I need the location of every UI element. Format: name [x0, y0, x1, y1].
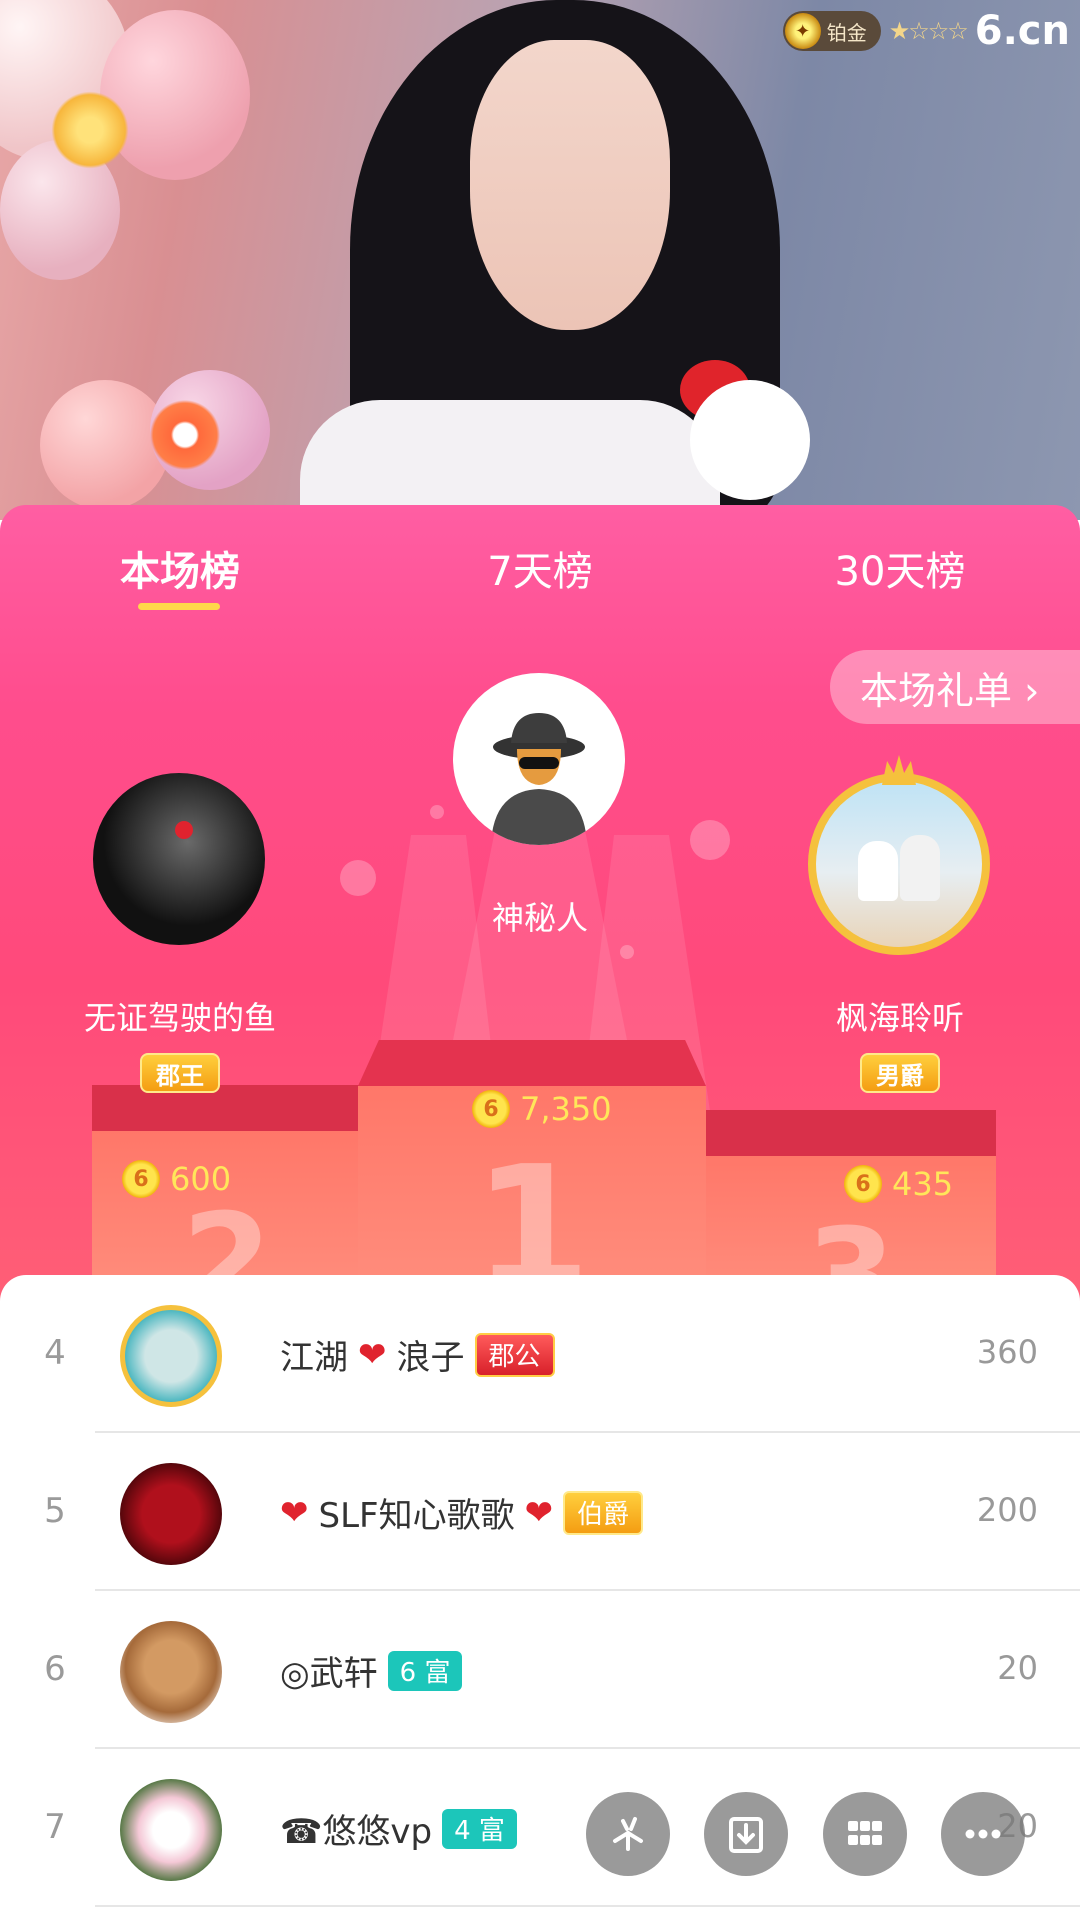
mystery-person-icon: [491, 713, 587, 845]
user-name-text: ☎悠悠vp: [280, 1812, 433, 1852]
live-video[interactable]: ✦ 铂金 ★☆☆☆ 6.cn: [0, 0, 1080, 520]
wealth-badge: 4 富: [442, 1808, 517, 1849]
sparkle-dot: [620, 945, 634, 959]
score: 200: [976, 1491, 1038, 1529]
star-rating: ★☆☆☆: [888, 17, 969, 45]
plush-toy: [690, 380, 810, 500]
save-button[interactable]: [704, 1792, 788, 1876]
sparkle-dot: [430, 805, 444, 819]
tab-30-days[interactable]: 30天榜: [835, 539, 966, 597]
user-name: ◎武轩 6 富: [280, 1646, 463, 1695]
avatar-second[interactable]: [93, 773, 265, 945]
decor-flower: [140, 390, 230, 480]
avatar[interactable]: [120, 1305, 222, 1407]
coin-icon: 6: [122, 1160, 160, 1198]
second-coins-value: 600: [170, 1160, 232, 1198]
user-name: ☎悠悠vp 4 富: [280, 1804, 517, 1853]
apps-button[interactable]: [823, 1792, 907, 1876]
rank-number: 7: [44, 1807, 66, 1847]
couple-figure: [900, 835, 940, 901]
list-item[interactable]: 4 江湖 ❤ 浪子 郡公 360: [0, 1275, 1080, 1433]
second-name: 无证驾驶的鱼: [83, 999, 277, 1037]
more-button[interactable]: [941, 1792, 1025, 1876]
level-badge: 伯爵: [563, 1490, 644, 1535]
sparkle-dot: [690, 820, 730, 860]
platform-watermark: ✦ 铂金 ★☆☆☆ 6.cn: [782, 8, 1070, 54]
share-icon: [613, 1817, 643, 1851]
avatar[interactable]: [120, 1621, 222, 1723]
grid-icon: [848, 1821, 882, 1845]
level-badge: ✦ 铂金: [782, 11, 881, 51]
share-button[interactable]: [586, 1792, 670, 1876]
user-name: 江湖 ❤ 浪子 郡公: [280, 1330, 555, 1379]
avatar[interactable]: [120, 1463, 222, 1565]
crown-icon: [882, 755, 916, 785]
heart-icon: ❤: [280, 1492, 309, 1533]
gift-list-button[interactable]: 本场礼单 ›: [830, 650, 1080, 724]
podium-first: 1: [358, 1040, 706, 1305]
rank-number: 5: [44, 1491, 66, 1531]
tab-this-show[interactable]: 本场榜: [120, 539, 240, 597]
couple-figure: [858, 841, 898, 901]
list-item[interactable]: 6 ◎武轩 6 富 20: [0, 1591, 1080, 1749]
ranking-tabs: 本场榜 7天榜 30天榜: [0, 505, 1080, 635]
ranking-list[interactable]: 4 江湖 ❤ 浪子 郡公 360 5 ❤ SLF知心歌歌 ❤ 伯爵 200 6 ◎武轩 …: [0, 1275, 1080, 1920]
divider: [95, 1905, 1080, 1907]
download-icon: [729, 1817, 763, 1853]
wealth-badge: 6 富: [387, 1650, 463, 1691]
tab-7-days[interactable]: 7天榜: [487, 539, 592, 597]
coin-icon: 6: [844, 1165, 882, 1203]
ranking-panel: 本场榜 7天榜 30天榜 本场礼单 › 2 3 1 神秘人 6 7,350 无证…: [0, 505, 1080, 1305]
second-coins: 6 600: [122, 1160, 231, 1198]
coin-icon: 6: [472, 1090, 510, 1128]
sparkle-dot: [340, 860, 376, 896]
third-coins: 6 435: [844, 1165, 953, 1203]
heart-icon: ❤: [358, 1334, 387, 1375]
score: 360: [976, 1333, 1038, 1371]
streamer-face: [470, 40, 670, 330]
medal-icon: ✦: [784, 13, 821, 49]
avatar[interactable]: [120, 1779, 222, 1881]
third-name: 枫海聆听: [835, 999, 965, 1037]
list-item[interactable]: 7 ☎悠悠vp 4 富 20: [0, 1749, 1080, 1907]
rose: [175, 821, 193, 839]
rank-number: 6: [44, 1649, 66, 1689]
brand-logo: 6.cn: [974, 8, 1070, 54]
avatar-third[interactable]: [808, 773, 990, 955]
user-name: ❤ SLF知心歌歌 ❤ 伯爵: [280, 1488, 644, 1537]
list-item[interactable]: 5 ❤ SLF知心歌歌 ❤ 伯爵 200: [0, 1433, 1080, 1591]
streamer-shirt: [300, 400, 720, 520]
more-icon: [965, 1829, 1001, 1839]
user-name-text: SLF知心歌歌: [318, 1496, 515, 1536]
first-coins: 6 7,350: [472, 1090, 612, 1128]
avatar-first[interactable]: [453, 673, 625, 845]
first-name: 神秘人: [491, 899, 589, 937]
decor-flower: [40, 90, 140, 170]
rank-number: 4: [44, 1333, 66, 1373]
second-title-badge: 郡王: [140, 1053, 220, 1093]
third-title-badge: 男爵: [860, 1053, 940, 1093]
user-name-text: 江湖: [280, 1338, 348, 1378]
heart-icon: ❤: [524, 1492, 554, 1533]
first-coins-value: 7,350: [520, 1090, 612, 1128]
user-name-text: 浪子: [396, 1338, 465, 1378]
user-name-text: ◎武轩: [280, 1654, 378, 1694]
third-coins-value: 435: [892, 1165, 954, 1203]
active-tab-indicator: [138, 603, 220, 610]
level-label: 铂金: [826, 20, 867, 45]
level-badge: 郡公: [474, 1332, 555, 1377]
score: 20: [997, 1649, 1038, 1687]
